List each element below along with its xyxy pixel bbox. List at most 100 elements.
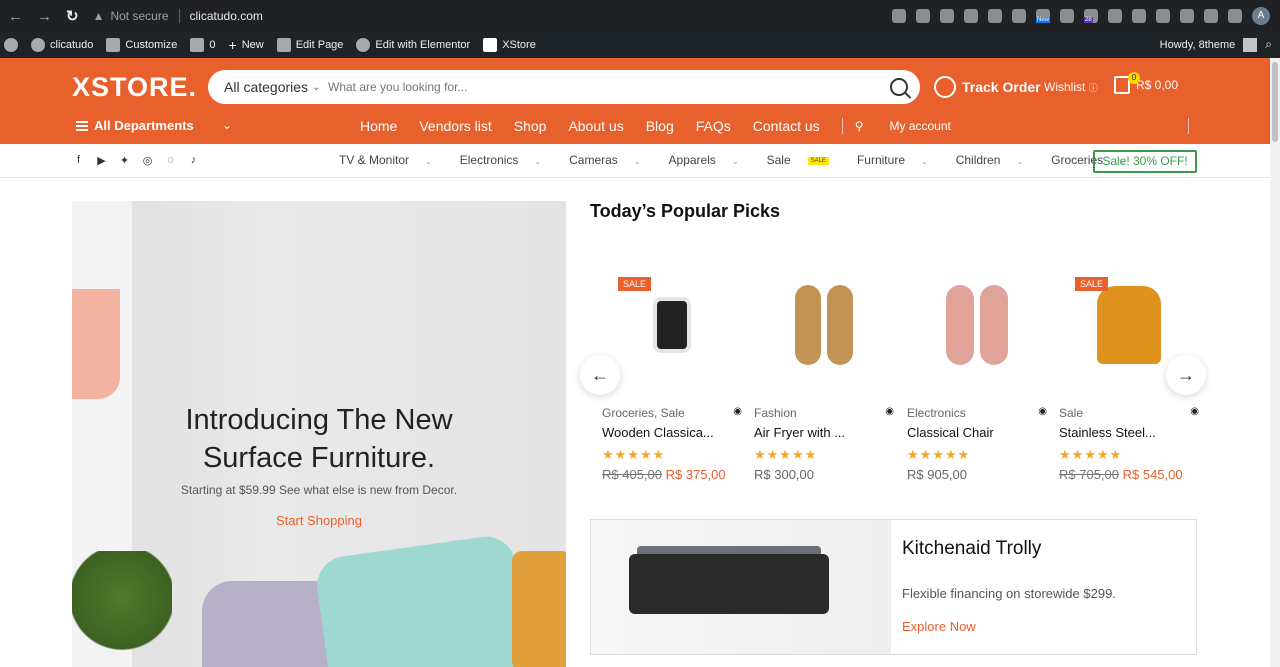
menu-vendors[interactable]: Vendors list (419, 118, 491, 134)
wishlist-link[interactable]: Wishlist ⓘ (1044, 80, 1098, 94)
product-card[interactable]: Electronics ◉ Classical Chair ★★★★★ R$ 90… (907, 270, 1047, 482)
site-logo[interactable]: XSTORE. (72, 72, 197, 103)
menu-contact[interactable]: Contact us (753, 118, 820, 134)
product-category[interactable]: Sale (1059, 406, 1083, 420)
category-select[interactable]: All categories ⌄ (208, 79, 328, 95)
cart-link[interactable]: 0 R$ 0,00 (1114, 72, 1178, 94)
product-card[interactable]: SALE Groceries, Sale ◉ Wooden Classica...… (602, 270, 742, 482)
profile-avatar[interactable]: A (1252, 7, 1270, 25)
category-sale[interactable]: Sale SALE (767, 153, 843, 167)
pen-icon[interactable] (1180, 9, 1194, 23)
extension-icon[interactable] (940, 9, 954, 23)
product-name[interactable]: Classical Chair (907, 425, 1047, 440)
all-departments-button[interactable]: All Departments (76, 118, 194, 133)
page-scrollbar[interactable] (1270, 58, 1280, 667)
url-text[interactable]: clicatudo.com (190, 9, 263, 23)
brush-icon (106, 38, 121, 52)
menu-about[interactable]: About us (568, 118, 623, 134)
menu-shop[interactable]: Shop (514, 118, 547, 134)
product-price: R$ 905,00 (907, 467, 1047, 482)
wp-edit-page[interactable]: Edit Page (276, 38, 343, 52)
search-input[interactable] (328, 80, 890, 94)
product-image[interactable] (754, 270, 894, 380)
wishlist-label: Wishlist (1044, 80, 1086, 94)
carousel-prev-button[interactable]: ← (580, 355, 620, 395)
forward-icon[interactable]: → (37, 8, 52, 25)
dashboard-icon (31, 38, 45, 52)
menu-blog[interactable]: Blog (646, 118, 674, 134)
address-bar[interactable]: ▲ Not secure clicatudo.com (93, 9, 263, 23)
explore-now-link[interactable]: Explore Now (902, 619, 976, 634)
wp-xstore[interactable]: XStore (483, 38, 536, 52)
scrollbar-thumb[interactable] (1272, 62, 1278, 142)
circle-extension-icon[interactable] (1132, 9, 1146, 23)
wp-account[interactable]: Howdy, 8theme ⌕ (1160, 37, 1272, 52)
camera-icon[interactable] (1012, 9, 1026, 23)
category-tv[interactable]: TV & Monitor ⌄ (339, 153, 446, 167)
product-card[interactable]: Fashion ◉ Air Fryer with ... ★★★★★ R$ 300… (754, 270, 894, 482)
product-category[interactable]: Groceries, Sale (602, 406, 685, 420)
product-category[interactable]: Fashion (754, 406, 797, 420)
product-name[interactable]: Stainless Steel... (1059, 425, 1199, 440)
product-name[interactable]: Air Fryer with ... (754, 425, 894, 440)
whatsapp-icon[interactable]: ◌ (164, 154, 177, 167)
reload-icon[interactable]: ↻ (66, 7, 79, 25)
wp-logo[interactable] (4, 38, 18, 52)
category-furniture[interactable]: Furniture ⌄ (857, 153, 942, 167)
promo-text: Flexible financing on storewide $299. (902, 586, 1116, 601)
hoodie-image (1097, 286, 1161, 364)
sale-offer-button[interactable]: Sale! 30% OFF! (1093, 150, 1197, 173)
twitter-icon[interactable]: ✦ (118, 154, 131, 167)
sidebar-icon[interactable] (1228, 9, 1242, 23)
wp-comments[interactable]: 0 (190, 38, 216, 52)
tiktok-icon[interactable]: ♪ (187, 154, 200, 167)
new-extension-icon[interactable]: New (1036, 9, 1051, 23)
wp-site[interactable]: clicatudo (31, 38, 93, 52)
product-name[interactable]: Wooden Classica... (602, 425, 742, 440)
menu-faqs[interactable]: FAQs (696, 118, 731, 134)
color-picker-icon[interactable] (1108, 9, 1122, 23)
share-icon[interactable] (892, 9, 906, 23)
category-electronics[interactable]: Electronics ⌄ (460, 153, 555, 167)
lamp-image (72, 289, 120, 399)
wp-elementor[interactable]: Edit with Elementor (356, 38, 470, 52)
count-extension-icon[interactable]: 28 (1084, 9, 1098, 23)
globe-icon[interactable] (964, 9, 978, 23)
divider (1188, 118, 1189, 134)
track-order-link[interactable]: Track Order (934, 76, 1041, 98)
puzzle-icon[interactable] (1204, 9, 1218, 23)
star-icon[interactable] (916, 9, 930, 23)
product-category[interactable]: Electronics (907, 406, 966, 420)
comments-count: 0 (209, 39, 216, 51)
old-price: R$ 705,00 (1059, 467, 1119, 482)
category-cameras-label: Cameras (569, 153, 618, 167)
start-shopping-link[interactable]: Start Shopping (72, 513, 566, 528)
instagram-icon[interactable]: ◎ (141, 154, 154, 167)
eye-icon[interactable]: ◉ (1038, 406, 1047, 420)
eye-icon[interactable]: ◉ (885, 406, 894, 420)
eye-icon[interactable]: ◉ (1190, 406, 1199, 420)
old-price: R$ 405,00 (602, 467, 662, 482)
carousel-next-button[interactable]: → (1166, 355, 1206, 395)
screen-icon[interactable] (1156, 9, 1170, 23)
category-children[interactable]: Children ⌄ (956, 153, 1037, 167)
grammarly-icon[interactable] (1060, 9, 1074, 23)
product-image[interactable]: SALE (602, 270, 742, 380)
back-icon[interactable]: ← (8, 8, 23, 25)
youtube-icon[interactable]: ▶ (95, 154, 108, 167)
translate-icon[interactable] (988, 9, 1002, 23)
eye-icon[interactable]: ◉ (733, 406, 742, 420)
facebook-icon[interactable]: f (72, 154, 85, 167)
my-account-link[interactable]: ⚲ My account (855, 119, 973, 133)
category-apparels[interactable]: Apparels ⌄ (669, 153, 753, 167)
search-icon[interactable]: ⌕ (1265, 37, 1272, 52)
wp-new[interactable]: + New (229, 37, 264, 53)
promo-banner: Kitchenaid Trolly Flexible financing on … (590, 519, 1197, 655)
menu-home[interactable]: Home (360, 118, 397, 134)
search-icon[interactable] (890, 78, 908, 96)
category-cameras[interactable]: Cameras ⌄ (569, 153, 654, 167)
chevron-down-icon[interactable]: ⌄ (222, 118, 232, 132)
wp-customize[interactable]: Customize (106, 38, 177, 52)
product-image[interactable] (907, 270, 1047, 380)
browser-toolbar: ← → ↻ ▲ Not secure clicatudo.com New 28 … (0, 0, 1280, 32)
